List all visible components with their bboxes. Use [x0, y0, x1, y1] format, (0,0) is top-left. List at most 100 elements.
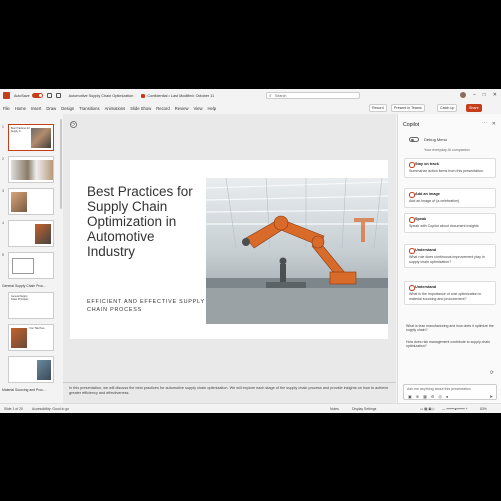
slide-thumbnail-4[interactable]	[8, 220, 54, 247]
thumbnail-row[interactable]: 1 Best Practices for Supply C...	[0, 122, 63, 154]
card-heading: Speak	[409, 217, 491, 223]
slide-thumbnail-5[interactable]	[8, 252, 54, 279]
notes-divider[interactable]	[63, 382, 396, 383]
share-button[interactable]: Share	[466, 104, 482, 112]
autosave-toggle[interactable]	[31, 93, 43, 98]
slide-canvas: ⟳ Best Practices for Supply Chain Optimi…	[63, 114, 396, 403]
slide-thumbnail-7[interactable]: Your Title Here	[8, 324, 54, 351]
card-heading: Understand	[409, 285, 491, 291]
search-placeholder: Search	[275, 94, 287, 98]
slide-thumbnail-3[interactable]	[8, 188, 54, 215]
powerpoint-logo-icon	[3, 92, 10, 99]
minimize-icon[interactable]: –	[473, 92, 476, 98]
tab-animations[interactable]: Animations	[105, 106, 126, 111]
present-in-teams-button[interactable]: Present in Teams	[391, 104, 425, 112]
prompt-card[interactable]: Understand What is the importance of cos…	[404, 281, 496, 306]
zoom-slider[interactable]: — ━━━━●━━━━ +	[442, 407, 468, 411]
tab-review[interactable]: Review	[175, 106, 189, 111]
tab-file[interactable]: File	[3, 106, 10, 111]
thumbnail-image	[31, 128, 51, 148]
maximize-icon[interactable]: □	[483, 92, 486, 98]
slide-counter: Slide 1 of 20	[4, 407, 23, 411]
thumbnail-row[interactable]: 4	[0, 218, 63, 250]
notes-button[interactable]: Notes	[330, 407, 339, 411]
prompt-card[interactable]: Speak Speak with Copilot about document …	[404, 213, 496, 233]
card-heading: Understand	[409, 248, 491, 254]
thumbnail-row[interactable]: General Supply Chain Principles	[0, 290, 63, 322]
slide-thumbnail-2[interactable]	[8, 156, 54, 183]
section-material[interactable]: Material Sourcing and Proc...	[0, 386, 63, 394]
grid-icon[interactable]: ▦	[423, 394, 427, 399]
accessibility-status[interactable]: Accessibility: Good to go	[32, 407, 69, 411]
prompt-card[interactable]: Stay on track Summarize action items fro…	[404, 158, 496, 178]
catch-up-button[interactable]: Catch up	[437, 104, 458, 112]
card-body: Summarize action items from this present…	[409, 169, 484, 173]
close-icon[interactable]: ✕	[492, 121, 496, 127]
refresh-icon[interactable]: ⟳	[490, 370, 494, 376]
record-button[interactable]: Record	[369, 104, 387, 112]
view-buttons[interactable]: ▭ ▦ ▣ ▷	[420, 407, 435, 411]
avatar[interactable]	[459, 92, 466, 98]
tab-slide-show[interactable]: Slide Show	[130, 106, 151, 111]
close-icon[interactable]: ✕	[493, 92, 497, 98]
tab-draw[interactable]: Draw	[46, 106, 56, 111]
mic-icon[interactable]: ●	[446, 394, 448, 399]
attach-icon[interactable]: ⊕	[416, 394, 419, 399]
slide-number: 2	[2, 157, 4, 161]
slide-number: 3	[2, 189, 4, 193]
speaker-notes[interactable]: In this presentation, we will discuss th…	[69, 386, 391, 396]
image-icon[interactable]: ▣	[408, 394, 412, 399]
loop-icon[interactable]: ⟳	[70, 121, 77, 128]
slide-title[interactable]: Best Practices for Supply Chain Optimiza…	[87, 184, 202, 259]
tab-record[interactable]: Record	[156, 106, 170, 111]
tab-view[interactable]: View	[193, 106, 202, 111]
factory-robot-image[interactable]	[206, 178, 388, 324]
copilot-tagline: Your everyday AI companion	[424, 148, 470, 152]
prompt-guide-icon[interactable]: ◎	[439, 394, 443, 399]
tab-transitions[interactable]: Transitions	[79, 106, 99, 111]
thumbnail-row[interactable]: 3	[0, 186, 63, 218]
slide-thumbnail-6[interactable]: General Supply Chain Principles	[8, 292, 54, 319]
prompt-card[interactable]: Add an image Add an image of (a celebrat…	[404, 188, 496, 208]
window-controls: – □ ✕	[459, 92, 497, 98]
save-icon[interactable]	[46, 93, 52, 98]
prompt-card[interactable]: Understand What role does continuous imp…	[404, 244, 496, 269]
slide-number: 1	[2, 125, 4, 129]
tab-insert[interactable]: Insert	[31, 106, 41, 111]
current-slide[interactable]: Best Practices for Supply Chain Optimiza…	[70, 160, 388, 339]
more-options-icon[interactable]: ⋯	[482, 120, 487, 126]
tab-design[interactable]: Design	[61, 106, 74, 111]
suggested-prompt[interactable]: What is lean manufacturing and how does …	[406, 324, 494, 333]
section-default[interactable]	[0, 114, 63, 122]
slide-number: 4	[2, 221, 4, 225]
zoom-level[interactable]: 83%	[480, 407, 487, 411]
debug-menu-toggle[interactable]	[409, 137, 419, 142]
powerpoint-window: AutoSave Automotive Supply Chain Optimiz…	[0, 89, 501, 413]
chat-placeholder: Ask me anything about this presentation	[407, 387, 471, 391]
thumbnail-image	[37, 360, 51, 380]
thumbnail-image	[11, 160, 53, 180]
display-settings-button[interactable]: Display Settings	[352, 407, 376, 411]
thumbnail-row[interactable]: 5	[0, 250, 63, 282]
sensitivity-text: Confidential • Last Modified: October 11	[147, 93, 215, 98]
document-title[interactable]: Automotive Supply Chain Optimization	[69, 94, 134, 98]
suggested-prompt[interactable]: How does risk management contribute to s…	[406, 340, 494, 349]
slide-subtitle[interactable]: EFFICIENT AND EFFECTIVE SUPPLY CHAIN PRO…	[87, 298, 207, 314]
search-input[interactable]: Search	[266, 92, 360, 99]
copilot-chat-input[interactable]: Ask me anything about this presentation …	[403, 384, 497, 400]
undo-icon[interactable]	[55, 93, 61, 98]
thumbnails-scrollbar[interactable]	[60, 119, 62, 209]
thumbnail-row[interactable]	[0, 354, 63, 386]
thumbnail-row[interactable]: Your Title Here	[0, 322, 63, 354]
settings-icon[interactable]: ⚙	[431, 394, 435, 399]
section-general[interactable]: General Supply Chain Proc...	[0, 282, 63, 290]
thumbnail-image	[11, 328, 27, 348]
tab-home[interactable]: Home	[15, 106, 26, 111]
slide-thumbnail-1[interactable]: Best Practices for Supply C...	[8, 124, 54, 151]
thumbnail-row[interactable]: 2	[0, 154, 63, 186]
tab-help[interactable]: Help	[207, 106, 216, 111]
sensitivity-label[interactable]: Confidential • Last Modified: October 11	[141, 93, 215, 98]
slide-thumbnail-8[interactable]	[8, 356, 54, 383]
send-icon[interactable]: ➤	[489, 394, 493, 400]
thumbnail-title: Your Title Here	[29, 327, 45, 330]
